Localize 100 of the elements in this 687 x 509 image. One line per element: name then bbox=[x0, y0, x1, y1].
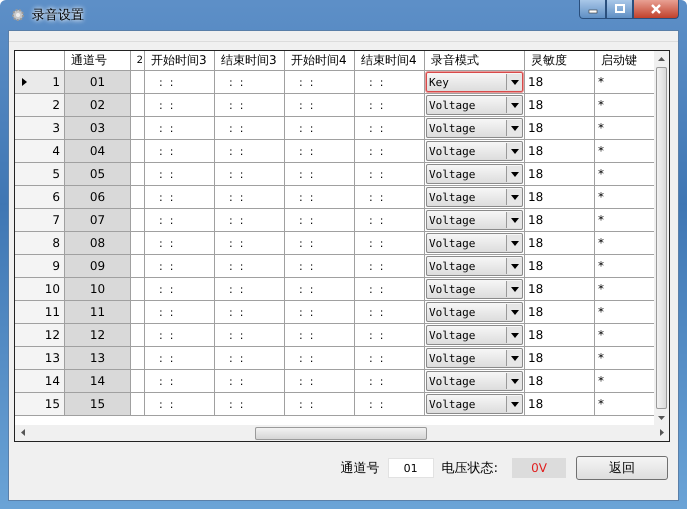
field-label: 电压状态: bbox=[442, 460, 498, 477]
scroll-down-icon[interactable] bbox=[658, 416, 665, 420]
table-cell: : : bbox=[355, 232, 425, 255]
back-button[interactable]: 返回 bbox=[576, 456, 668, 480]
table-cell: 12 bbox=[65, 324, 131, 347]
table-cell: : : bbox=[285, 324, 355, 347]
column-header[interactable]: 灵敏度 bbox=[525, 51, 595, 71]
table-cell: : : bbox=[285, 370, 355, 393]
row-header[interactable]: 5 bbox=[15, 163, 65, 186]
table-cell bbox=[131, 209, 145, 232]
table-cell: : : bbox=[215, 232, 285, 255]
row-header[interactable]: 6 bbox=[15, 186, 65, 209]
column-header[interactable]: 结束时间4 bbox=[355, 51, 425, 71]
table-cell: 03 bbox=[65, 117, 131, 140]
table-cell: : : bbox=[355, 186, 425, 209]
scroll-up-icon[interactable] bbox=[658, 56, 665, 60]
maximize-button[interactable] bbox=[606, 0, 633, 19]
table-cell: : : bbox=[215, 370, 285, 393]
row-number: 7 bbox=[52, 213, 60, 227]
row-header[interactable]: 15 bbox=[15, 393, 65, 416]
mode-dropdown[interactable]: Voltage bbox=[426, 279, 523, 299]
mode-dropdown[interactable]: Voltage bbox=[426, 210, 523, 230]
table-cell: : : bbox=[145, 347, 215, 370]
mode-dropdown[interactable]: Voltage bbox=[426, 118, 523, 138]
dropdown-arrow-icon[interactable] bbox=[510, 378, 518, 384]
row-number: 12 bbox=[44, 328, 60, 342]
dropdown-arrow-icon[interactable] bbox=[510, 286, 518, 292]
dropdown-arrow-icon[interactable] bbox=[510, 356, 518, 360]
row-header[interactable]: 13 bbox=[15, 347, 65, 370]
dropdown-arrow-icon[interactable] bbox=[510, 102, 518, 108]
row-header[interactable]: 3 bbox=[15, 117, 65, 140]
voltage-readout: 0V bbox=[512, 458, 566, 478]
table-cell: : : bbox=[215, 94, 285, 117]
row-header[interactable]: 12 bbox=[15, 324, 65, 347]
dropdown-arrow-icon[interactable] bbox=[510, 194, 518, 200]
column-header[interactable]: 2 bbox=[131, 51, 145, 71]
table-cell bbox=[131, 324, 145, 347]
mode-dropdown[interactable]: Voltage bbox=[426, 256, 523, 276]
table-cell: : : bbox=[215, 163, 285, 186]
dropdown-arrow-icon[interactable] bbox=[510, 240, 518, 246]
table-cell: : : bbox=[145, 370, 215, 393]
row-header[interactable]: 11 bbox=[15, 301, 65, 324]
dropdown-arrow-icon[interactable] bbox=[510, 310, 518, 314]
mode-dropdown[interactable]: Voltage bbox=[426, 141, 523, 161]
column-header[interactable]: 开始时间4 bbox=[285, 51, 355, 71]
table-cell: 18 bbox=[525, 94, 595, 117]
dropdown-arrow-icon[interactable] bbox=[510, 332, 518, 338]
mode-dropdown[interactable]: Voltage bbox=[426, 95, 523, 115]
window-title: 录音设置 bbox=[32, 7, 84, 24]
dropdown-arrow-icon[interactable] bbox=[510, 402, 518, 406]
gear-icon bbox=[10, 7, 26, 23]
mode-dropdown[interactable]: Voltage bbox=[426, 164, 523, 184]
mode-dropdown[interactable]: Voltage bbox=[426, 233, 523, 253]
mode-dropdown[interactable]: Voltage bbox=[426, 302, 523, 322]
row-header[interactable]: 4 bbox=[15, 140, 65, 163]
mode-dropdown[interactable]: Voltage bbox=[426, 371, 523, 391]
mode-dropdown[interactable]: Voltage bbox=[426, 325, 523, 345]
channel-field[interactable]: 01 bbox=[388, 458, 434, 478]
table-cell: : : bbox=[355, 94, 425, 117]
column-header[interactable]: 开始时间3 bbox=[145, 51, 215, 71]
dropdown-arrow-icon[interactable] bbox=[510, 126, 518, 130]
table-cell: : : bbox=[145, 94, 215, 117]
dropdown-arrow-icon[interactable] bbox=[510, 148, 518, 154]
field-label: 通道号 bbox=[340, 460, 380, 477]
table-cell bbox=[131, 71, 145, 94]
dropdown-arrow-icon[interactable] bbox=[510, 264, 518, 268]
table-cell: 18 bbox=[525, 140, 595, 163]
dropdown-arrow-icon[interactable] bbox=[510, 80, 518, 84]
row-number: 14 bbox=[44, 374, 60, 388]
minimize-button[interactable] bbox=[579, 0, 606, 19]
vertical-scrollbar[interactable] bbox=[654, 51, 669, 425]
table-cell bbox=[131, 301, 145, 324]
scroll-left-icon[interactable] bbox=[20, 429, 24, 436]
row-header[interactable]: 7 bbox=[15, 209, 65, 232]
row-pointer-icon bbox=[22, 78, 27, 86]
dropdown-arrow-icon[interactable] bbox=[510, 218, 518, 222]
table-cell: : : bbox=[215, 393, 285, 416]
scroll-right-icon[interactable] bbox=[660, 429, 664, 436]
row-header[interactable]: 2 bbox=[15, 94, 65, 117]
dropdown-arrow-icon[interactable] bbox=[510, 172, 518, 176]
column-header[interactable]: 结束时间3 bbox=[215, 51, 285, 71]
table-cell: : : bbox=[145, 71, 215, 94]
table-cell: 18 bbox=[525, 163, 595, 186]
mode-dropdown[interactable]: Voltage bbox=[426, 394, 523, 414]
table-cell: : : bbox=[145, 255, 215, 278]
row-number: 2 bbox=[52, 98, 60, 112]
row-header[interactable]: 1 bbox=[15, 71, 65, 94]
table-cell: 18 bbox=[525, 71, 595, 94]
close-button[interactable] bbox=[633, 0, 679, 19]
row-header[interactable]: 10 bbox=[15, 278, 65, 301]
row-header[interactable]: 14 bbox=[15, 370, 65, 393]
mode-dropdown[interactable]: Voltage bbox=[426, 187, 523, 207]
row-header[interactable]: 8 bbox=[15, 232, 65, 255]
mode-dropdown[interactable]: Voltage bbox=[426, 348, 523, 368]
mode-dropdown[interactable]: Key bbox=[426, 72, 523, 92]
table-cell bbox=[131, 278, 145, 301]
table-cell: : : bbox=[285, 301, 355, 324]
horizontal-scrollbar[interactable] bbox=[15, 425, 669, 441]
row-header[interactable]: 9 bbox=[15, 255, 65, 278]
table-cell: : : bbox=[355, 163, 425, 186]
